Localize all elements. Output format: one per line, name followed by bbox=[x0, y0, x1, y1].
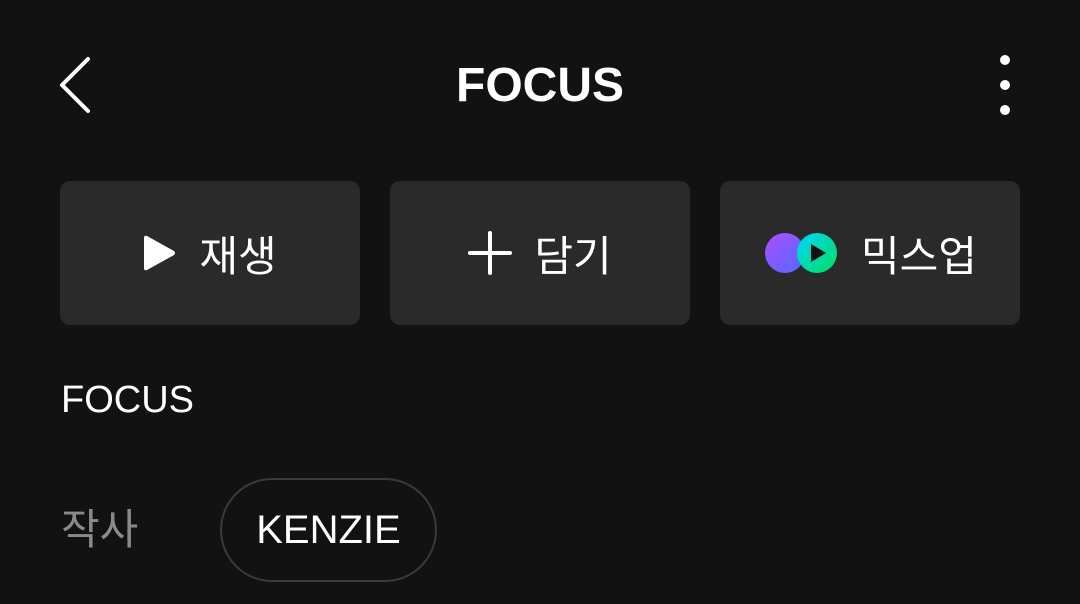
page-title: FOCUS bbox=[456, 59, 624, 112]
action-buttons: 재생 담기 믹스업 bbox=[60, 181, 1020, 325]
lyricist-name: KENZIE bbox=[256, 507, 401, 552]
lyricist-chip[interactable]: KENZIE bbox=[220, 478, 437, 582]
more-vertical-icon[interactable] bbox=[985, 52, 1025, 118]
add-button-label: 담기 bbox=[534, 231, 612, 281]
back-chevron-icon[interactable] bbox=[56, 55, 96, 115]
mixup-button-label: 믹스업 bbox=[861, 231, 977, 281]
add-to-playlist-button[interactable]: 담기 bbox=[390, 181, 690, 325]
lyricist-label: 작사 bbox=[61, 505, 139, 554]
mixup-button[interactable]: 믹스업 bbox=[720, 181, 1020, 325]
play-button[interactable]: 재생 bbox=[60, 181, 360, 325]
plus-icon bbox=[468, 231, 513, 275]
song-title: FOCUS bbox=[61, 379, 194, 421]
play-button-label: 재생 bbox=[199, 231, 277, 281]
play-icon bbox=[143, 233, 177, 273]
mixup-logo-icon bbox=[763, 231, 839, 275]
song-detail-screen: FOCUS 재생 담기 믹스업 FOCUS 작사 KENZIE bbox=[0, 0, 1080, 604]
